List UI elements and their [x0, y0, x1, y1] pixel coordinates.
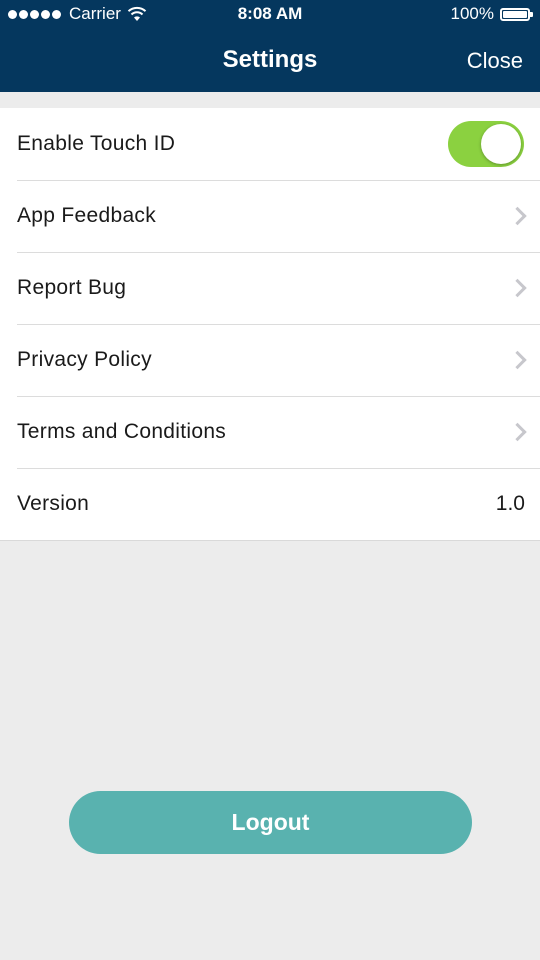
- version-value: 1.0: [495, 492, 525, 515]
- chevron-right-icon: [508, 206, 527, 226]
- logout-button[interactable]: Logout: [69, 791, 472, 854]
- touch-id-row: Enable Touch ID: [0, 108, 540, 180]
- version-row: Version 1.0: [0, 468, 540, 540]
- battery-icon: [500, 7, 533, 21]
- chevron-right-icon: [508, 422, 527, 442]
- status-bar: Carrier 8:08 AM 100%: [0, 0, 540, 30]
- privacy-policy-label: Privacy Policy: [17, 348, 152, 371]
- report-bug-label: Report Bug: [17, 276, 127, 299]
- chevron-right-icon: [508, 350, 527, 370]
- chevron-right-icon: [508, 278, 527, 298]
- app-feedback-label: App Feedback: [17, 204, 157, 227]
- settings-list: Enable Touch ID App Feedback Report Bug …: [0, 108, 540, 541]
- page-title: Settings: [222, 46, 318, 73]
- terms-conditions-label: Terms and Conditions: [17, 420, 227, 443]
- logout-label: Logout: [231, 809, 310, 835]
- report-bug-row[interactable]: Report Bug: [0, 252, 540, 324]
- terms-conditions-row[interactable]: Terms and Conditions: [0, 396, 540, 468]
- navigation-bar: Settings Close: [0, 30, 540, 92]
- touch-id-toggle[interactable]: [448, 121, 524, 167]
- version-label: Version: [17, 492, 90, 515]
- touch-id-label: Enable Touch ID: [17, 132, 176, 155]
- app-feedback-row[interactable]: App Feedback: [0, 180, 540, 252]
- status-right: 100%: [450, 4, 533, 24]
- privacy-policy-row[interactable]: Privacy Policy: [0, 324, 540, 396]
- close-button[interactable]: Close: [467, 48, 523, 74]
- toggle-knob: [481, 124, 521, 164]
- battery-percentage: 100%: [450, 4, 494, 23]
